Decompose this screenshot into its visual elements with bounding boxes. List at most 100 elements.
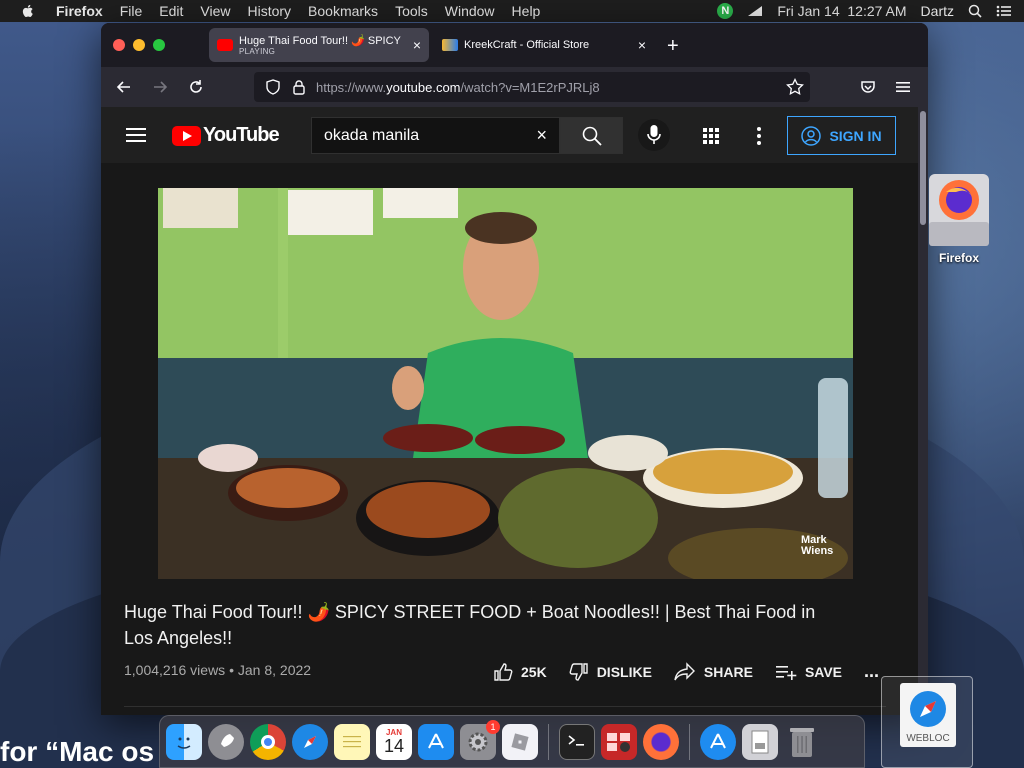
dock: JAN 14 1	[159, 715, 865, 768]
dock-roblox[interactable]	[502, 723, 538, 760]
youtube-logo[interactable]: YouTube	[172, 124, 280, 147]
dock-safari[interactable]	[292, 723, 328, 760]
menu-view[interactable]: View	[200, 3, 230, 19]
dock-separator	[689, 723, 690, 760]
menu-file[interactable]: File	[120, 3, 143, 19]
tab-close-icon[interactable]: ×	[413, 37, 421, 53]
tracking-protection-shield-icon[interactable]	[266, 79, 280, 95]
guide-menu-button[interactable]	[126, 127, 146, 148]
search-button[interactable]	[560, 117, 623, 154]
menu-history[interactable]: History	[247, 3, 291, 19]
tab-kreekcraft-store[interactable]: KreekCraft - Official Store ×	[434, 28, 654, 62]
menu-user[interactable]: Dartz	[921, 3, 954, 19]
back-arrow-icon	[116, 81, 130, 93]
dock-system-preferences[interactable]: 1	[460, 719, 500, 760]
apps-grid-icon	[703, 128, 719, 144]
safari-compass-icon	[304, 735, 316, 748]
webloc-document: WEBLOC	[900, 683, 956, 747]
url-bar[interactable]: https://www.youtube.com/watch?v=M1E2rPJR…	[254, 72, 810, 102]
desktop-firefox-icon[interactable]: Firefox	[924, 172, 994, 265]
dock-separator	[548, 723, 549, 760]
dock-calendar[interactable]: JAN 14	[376, 723, 412, 760]
dock-launchpad[interactable]	[208, 723, 244, 760]
user-avatar-icon	[801, 125, 822, 146]
menu-edit[interactable]: Edit	[159, 3, 183, 19]
vertical-dots-icon	[757, 127, 761, 145]
back-button[interactable]	[114, 77, 134, 97]
microphone-icon	[647, 125, 661, 144]
dock-firefox[interactable]	[643, 723, 679, 760]
menu-help[interactable]: Help	[512, 3, 541, 19]
clear-search-icon[interactable]: ×	[536, 125, 547, 146]
dock-finder[interactable]	[166, 723, 202, 760]
more-actions-button[interactable]: ...	[864, 661, 879, 682]
bookmark-star-icon[interactable]	[786, 78, 804, 96]
voice-search-button[interactable]	[638, 119, 670, 151]
spotlight-search-icon[interactable]	[968, 4, 982, 18]
tab-title: KreekCraft - Official Store	[464, 39, 590, 51]
share-button[interactable]: SHARE	[674, 661, 753, 682]
wifi-icon[interactable]	[747, 4, 763, 18]
dock-trash[interactable]	[784, 724, 820, 760]
desktop-webloc-file[interactable]: WEBLOC	[881, 676, 973, 768]
new-tab-button[interactable]: +	[667, 35, 679, 58]
url-text[interactable]: https://www.youtube.com/watch?v=M1E2rPJR…	[316, 80, 600, 95]
terminal-prompt-icon	[568, 734, 584, 746]
pocket-icon	[861, 81, 875, 93]
like-button[interactable]: 25K	[493, 662, 547, 682]
search-input[interactable]: okada manila ×	[311, 117, 560, 154]
menu-bookmarks[interactable]: Bookmarks	[308, 3, 378, 19]
trash-icon	[790, 727, 814, 757]
dock-app-store-folder[interactable]	[700, 723, 736, 760]
dock-downloads[interactable]	[742, 723, 778, 760]
notification-badge: 1	[486, 719, 500, 734]
save-button[interactable]: SAVE	[775, 663, 842, 681]
video-actions: 25K DISLIKE SHARE SAVE ...	[493, 661, 879, 682]
menu-tools[interactable]: Tools	[395, 3, 428, 19]
roblox-logo-icon	[511, 732, 529, 751]
hamburger-menu-icon	[126, 128, 146, 142]
youtube-header: YouTube okada manila × SIGN IN	[101, 107, 918, 163]
tab-close-icon[interactable]: ×	[638, 37, 646, 53]
chrome-center-icon	[261, 734, 275, 749]
menu-window[interactable]: Window	[445, 3, 495, 19]
lock-icon[interactable]	[292, 79, 306, 95]
window-minimize-button[interactable]	[133, 39, 145, 51]
share-arrow-icon	[674, 661, 695, 680]
upload-date: Jan 8, 2022	[237, 662, 312, 678]
video-player[interactable]: Mark Wiens	[158, 188, 853, 579]
like-count: 25K	[521, 663, 547, 680]
finder-face-icon	[177, 737, 191, 749]
firefox-drive-icon	[929, 174, 989, 246]
sign-in-button[interactable]: SIGN IN	[787, 116, 896, 155]
n-status-icon[interactable]: N	[717, 3, 734, 19]
apps-button[interactable]	[702, 127, 720, 150]
menu-app-name[interactable]: Firefox	[56, 3, 103, 19]
app-menu-button[interactable]	[893, 77, 913, 97]
apple-menu-icon[interactable]	[20, 3, 36, 19]
forward-button[interactable]	[150, 77, 170, 97]
dock-notes[interactable]	[334, 723, 370, 760]
playlist-add-icon	[775, 665, 797, 680]
sign-in-label: SIGN IN	[829, 127, 882, 144]
share-label: SHARE	[703, 663, 753, 680]
firefox-window: Huge Thai Food Tour!! 🌶️ SPICY PLAYING ×…	[101, 23, 928, 715]
search-icon	[582, 126, 602, 146]
window-zoom-button[interactable]	[153, 39, 165, 51]
dock-chrome[interactable]	[250, 723, 286, 760]
control-center-icon[interactable]	[996, 4, 1012, 18]
pocket-button[interactable]	[858, 77, 878, 97]
url-path: /watch?v=M1E2rPJRLj8	[460, 79, 600, 95]
dock-photo-booth[interactable]	[601, 723, 637, 760]
window-close-button[interactable]	[113, 39, 125, 51]
dock-terminal[interactable]	[559, 723, 595, 760]
settings-more-button[interactable]	[756, 126, 762, 151]
dock-app-store[interactable]	[418, 723, 454, 760]
dislike-label: DISLIKE	[596, 663, 652, 680]
reload-button[interactable]	[186, 77, 206, 97]
tab-youtube-video[interactable]: Huge Thai Food Tour!! 🌶️ SPICY PLAYING ×	[209, 28, 429, 62]
view-count: 1,004,216 views	[124, 662, 226, 678]
search-query: okada manila	[324, 126, 420, 144]
menu-clock[interactable]: Fri Jan 14 12:27 AM	[777, 3, 906, 19]
dislike-button[interactable]: DISLIKE	[569, 662, 652, 682]
